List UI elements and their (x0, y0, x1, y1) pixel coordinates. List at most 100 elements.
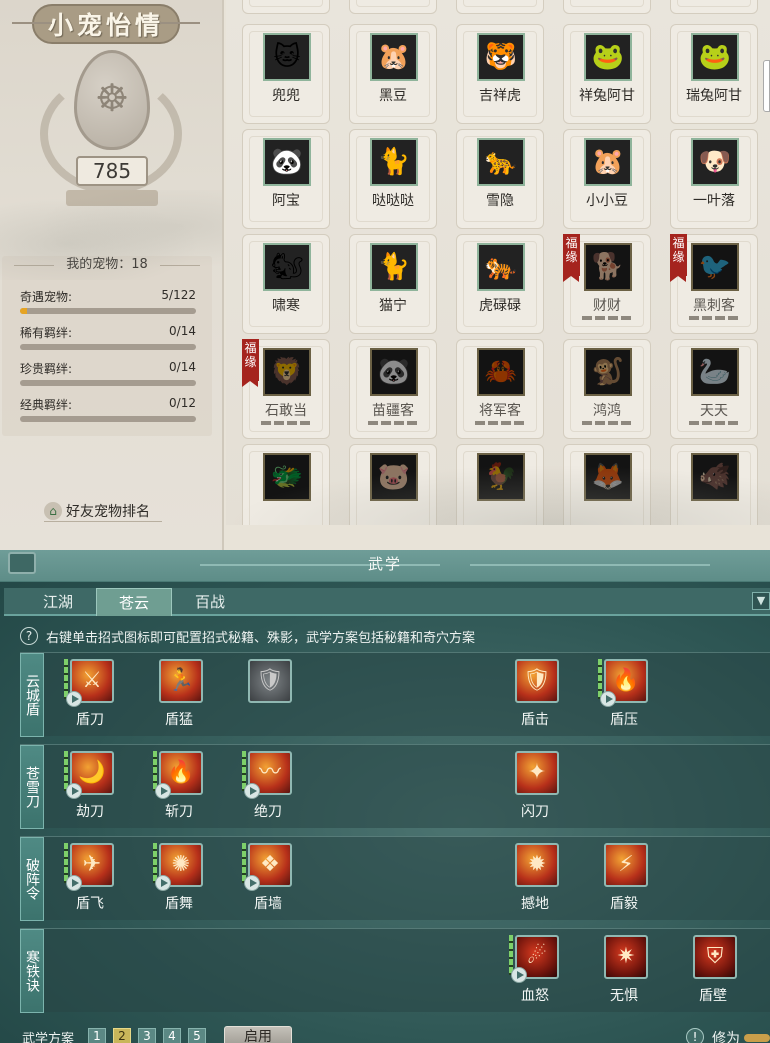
play-icon[interactable] (155, 783, 171, 799)
pet-grid: 小猫咪 小喵喵 多多 曾曾 大猫 🐱 兜兜 🐹 黑豆 🐯 吉祥虎 🐸 祥兔阿甘 🐸 瑞兔阿甘 🐼 阿宝 🐈 哒哒哒 🐆… (226, 0, 770, 525)
pet-card[interactable]: 🐲 (242, 444, 330, 525)
play-icon[interactable] (66, 783, 82, 799)
pet-name: 一叶落 (693, 193, 735, 209)
play-icon[interactable] (244, 875, 260, 891)
skill-slot[interactable]: 🏃 盾猛 (149, 655, 209, 735)
pet-card[interactable]: 🐹 黑豆 (349, 24, 437, 124)
pet-card[interactable]: 🐶 一叶落 (670, 129, 758, 229)
shield-strike-icon[interactable]: 🛡 (515, 659, 559, 703)
plan-button-4[interactable]: 4 (163, 1028, 181, 1043)
skill-slot[interactable]: ✹ 撼地 (505, 839, 565, 919)
skill-slot[interactable]: 🔥 斩刀 (149, 747, 209, 827)
skill-slot[interactable]: ✈ 盾飞 (60, 839, 120, 919)
skill-name: 血怒 (521, 988, 549, 1004)
pet-card[interactable]: 🐈 猫宁 (349, 234, 437, 334)
skill-slot[interactable]: 🛡 盾击 (505, 655, 565, 735)
pet-card[interactable]: 🐓 (456, 444, 544, 525)
tiger-icon: 🐯 (477, 33, 525, 81)
pet-card[interactable]: 🐼 阿宝 (242, 129, 330, 229)
pet-card[interactable]: 🐗 (670, 444, 758, 525)
panda-icon: 🐼 (263, 138, 311, 186)
pet-card[interactable]: 🐱 兜兜 (242, 24, 330, 124)
skill-name: 斩刀 (165, 804, 193, 820)
pet-card[interactable]: 🐷 (349, 444, 437, 525)
fearless-icon[interactable]: ✷ (604, 935, 648, 979)
pet-card[interactable]: 🐸 祥兔阿甘 (563, 24, 651, 124)
skill-slot[interactable]: ❖ 盾墙 (238, 839, 298, 919)
skill-slot[interactable]: 〰绝刀 (238, 747, 298, 827)
egg-icon: ☸ (74, 50, 150, 150)
play-icon[interactable] (511, 967, 527, 983)
pet-card[interactable]: 🐦 黑刺客 福缘 (670, 234, 758, 334)
pet-card[interactable]: 🐒 鸿鸿 (563, 339, 651, 439)
resolve-icon[interactable]: ⚡ (604, 843, 648, 887)
skill-name: 盾猛 (165, 712, 193, 728)
skill-slot[interactable]: ⚔ 盾刀 (60, 655, 120, 735)
paw-icon: ☸ (95, 76, 130, 120)
pet-card[interactable]: 小喵喵 (349, 0, 437, 14)
play-icon[interactable] (244, 783, 260, 799)
pet-name: 鸿鸿 (593, 403, 621, 419)
cultivation-toggle[interactable] (744, 1034, 770, 1042)
rush-icon[interactable]: 🏃 (159, 659, 203, 703)
pet-card[interactable]: 🐸 瑞兔阿甘 (670, 24, 758, 124)
stat-row: 珍贵羁绊: 0/14 (20, 360, 196, 390)
banner-wing-right (160, 22, 200, 24)
pet-card[interactable]: 🦊 (563, 444, 651, 525)
play-icon[interactable] (155, 875, 171, 891)
wuxue-panel: 武学 江湖 苍云 百战 ▼ ? 右键单击招式图标即可配置招式秘籍、殊影，武学方案包括… (0, 550, 770, 1043)
skill-slot[interactable]: 🌙 劫刀 (60, 747, 120, 827)
tab-2[interactable]: 百战 (172, 588, 248, 616)
flash-blade-icon[interactable]: ✦ (515, 751, 559, 795)
skill-slot[interactable]: 🔥 盾压 (594, 655, 654, 735)
plan-button-1[interactable]: 1 (88, 1028, 106, 1043)
play-icon[interactable] (66, 875, 82, 891)
shield-gray-icon[interactable]: 🛡 (248, 659, 292, 703)
pet-name: 虎碌碌 (479, 298, 521, 314)
pet-card[interactable]: 🐯 吉祥虎 (456, 24, 544, 124)
pet-card[interactable]: 🐅 虎碌碌 (456, 234, 544, 334)
plan-button-5[interactable]: 5 (188, 1028, 206, 1043)
pet-card[interactable]: 大猫 (670, 0, 758, 14)
pet-score: 785 (76, 156, 148, 186)
help-icon[interactable]: ? (20, 627, 38, 645)
stat-row: 稀有羁绊: 0/14 (20, 324, 196, 354)
enable-button[interactable]: 启用 (224, 1026, 292, 1043)
skill-slot[interactable]: 🛡 (238, 655, 298, 735)
skill-slot[interactable]: ⛨ 盾壁 (683, 931, 743, 1011)
friend-pet-ranking-button[interactable]: ⌂ 好友宠物排名 (44, 500, 162, 522)
skill-slot[interactable]: ✦ 闪刀 (505, 747, 565, 827)
pet-card[interactable]: 🦁 石敢当 福缘 (242, 339, 330, 439)
hint-bar: ? 右键单击招式图标即可配置招式秘籍、殊影，武学方案包括秘籍和奇穴方案 (20, 626, 475, 646)
pet-name: 祥兔阿甘 (579, 88, 635, 104)
pet-card[interactable]: 小猫咪 (242, 0, 330, 14)
pet-card[interactable]: 🐿 啸寒 (242, 234, 330, 334)
plan-button-3[interactable]: 3 (138, 1028, 156, 1043)
ground-slam-icon[interactable]: ✹ (515, 843, 559, 887)
pet-card[interactable]: 🐕 财财 福缘 (563, 234, 651, 334)
skill-slot[interactable]: ⚡ 盾毅 (594, 839, 654, 919)
pet-card[interactable]: 🐆 雪隐 (456, 129, 544, 229)
pet-card[interactable]: 🐹 小小豆 (563, 129, 651, 229)
play-icon[interactable] (66, 691, 82, 707)
tab-0[interactable]: 江湖 (20, 588, 96, 616)
pet-card[interactable]: 🦀 将军客 (456, 339, 544, 439)
goose-icon: 🦢 (691, 348, 739, 396)
shield-wall-icon[interactable]: ⛨ (693, 935, 737, 979)
pet-card[interactable]: 多多 (456, 0, 544, 14)
plan-button-2[interactable]: 2 (113, 1028, 131, 1043)
scrollbar-thumb[interactable] (763, 60, 770, 112)
skill-slot[interactable]: ☄ 血怒 (505, 931, 565, 1011)
skill-slot[interactable]: ✷ 无惧 (594, 931, 654, 1011)
pet-card[interactable]: 🐼 苗疆客 (349, 339, 437, 439)
stat-value: 0/12 (169, 396, 196, 410)
pet-name: 天天 (700, 403, 728, 419)
pet-card[interactable]: 曾曾 (563, 0, 651, 14)
play-icon[interactable] (600, 691, 616, 707)
pet-card[interactable]: 🐈 哒哒哒 (349, 129, 437, 229)
bird-icon: 🐓 (477, 453, 525, 501)
skill-slot[interactable]: ✺ 盾舞 (149, 839, 209, 919)
chevron-down-icon[interactable]: ▼ (752, 592, 770, 610)
tab-1[interactable]: 苍云 (96, 588, 172, 616)
pet-card[interactable]: 🦢 天天 (670, 339, 758, 439)
